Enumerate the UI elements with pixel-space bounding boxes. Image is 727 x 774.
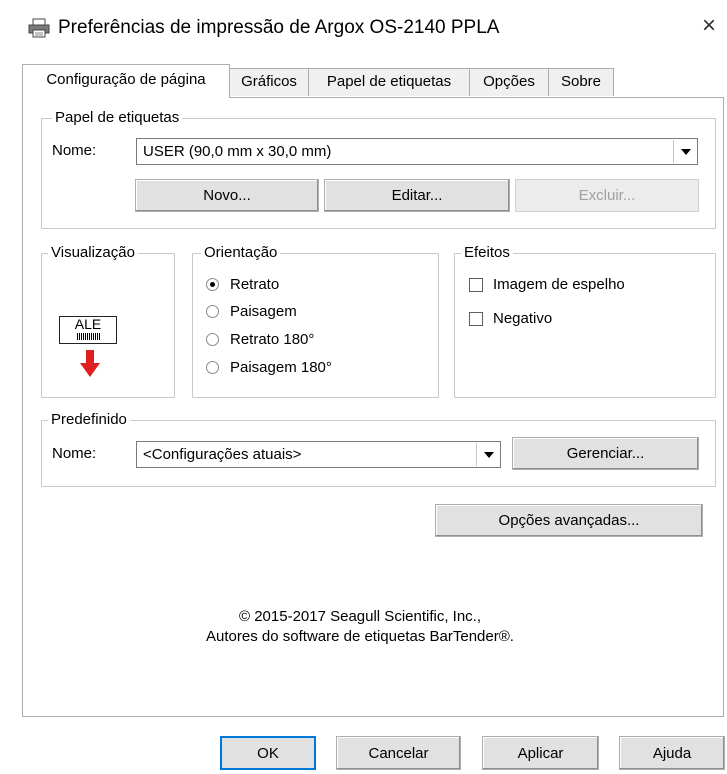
ok-button[interactable]: OK [220, 736, 316, 770]
preset-legend: Predefinido [48, 411, 130, 429]
orientation-group: Orientação Retrato Paisagem Retrato 180°… [192, 244, 439, 398]
copyright-line-1: © 2015-2017 Seagull Scientific, Inc., [238, 608, 482, 625]
chevron-down-icon[interactable] [673, 140, 696, 163]
close-button[interactable]: × [696, 14, 722, 40]
help-button[interactable]: Ajuda [619, 736, 725, 770]
apply-button[interactable]: Aplicar [482, 736, 599, 770]
preset-group: Predefinido Nome: <Configurações atuais>… [41, 411, 716, 487]
tab-page-panel: Papel de etiquetas Nome: USER (90,0 mm x… [22, 97, 724, 717]
chevron-down-icon[interactable] [476, 443, 499, 466]
orientation-landscape-180-label: Paisagem 180° [230, 359, 332, 376]
window-title: Preferências de impressão de Argox OS-21… [58, 17, 500, 38]
orientation-landscape-label: Paisagem [230, 303, 297, 320]
radio-icon [206, 333, 219, 346]
barcode-icon [77, 333, 101, 340]
tab-page-setup[interactable]: Configuração de página [22, 64, 230, 98]
radio-selected-icon [206, 278, 219, 291]
effects-group: Efeitos Imagem de espelho Negativo [454, 244, 716, 398]
radio-icon [206, 361, 219, 374]
radio-icon [206, 305, 219, 318]
label-paper-name-value: USER (90,0 mm x 30,0 mm) [143, 143, 332, 160]
effects-legend: Efeitos [461, 244, 513, 262]
tab-options[interactable]: Opções [469, 68, 549, 96]
tab-graphics[interactable]: Gráficos [229, 68, 309, 96]
label-paper-name-label: Nome: [52, 142, 97, 159]
preset-name-label: Nome: [52, 445, 97, 462]
label-paper-legend: Papel de etiquetas [52, 109, 183, 127]
preset-name-value: <Configurações atuais> [143, 446, 302, 463]
checkbox-icon [469, 278, 483, 292]
advanced-options-button[interactable]: Opções avançadas... [435, 504, 703, 537]
title-bar: Preferências de impressão de Argox OS-21… [0, 0, 727, 52]
label-paper-name-select[interactable]: USER (90,0 mm x 30,0 mm) [136, 138, 698, 165]
dialog-window: Preferências de impressão de Argox OS-21… [0, 0, 727, 774]
manage-button[interactable]: Gerenciar... [512, 437, 699, 470]
orientation-portrait-label: Retrato [230, 276, 280, 293]
preview-legend: Visualização [48, 244, 138, 262]
mirror-image-label: Imagem de espelho [493, 276, 625, 293]
printer-icon [28, 18, 50, 38]
checkbox-icon [469, 312, 483, 326]
preview-label-image: ALE [59, 316, 117, 344]
tab-about[interactable]: Sobre [548, 68, 614, 96]
tab-strip: Configuração de página Gráficos Papel de… [22, 64, 622, 98]
negative-label: Negativo [493, 310, 553, 327]
preview-label-text: ALE [74, 316, 102, 332]
cancel-button[interactable]: Cancelar [336, 736, 461, 770]
copyright-line-2: Autores do software de etiquetas BarTend… [206, 628, 514, 645]
tab-label-paper[interactable]: Papel de etiquetas [308, 68, 470, 96]
arrow-down-icon [80, 350, 100, 377]
edit-button[interactable]: Editar... [324, 179, 510, 212]
label-paper-group: Papel de etiquetas Nome: USER (90,0 mm x… [41, 109, 716, 229]
delete-button[interactable]: Excluir... [515, 179, 699, 212]
orientation-legend: Orientação [201, 244, 281, 262]
new-button[interactable]: Novo... [135, 179, 319, 212]
preset-name-select[interactable]: <Configurações atuais> [136, 441, 501, 468]
orientation-portrait-180-label: Retrato 180° [230, 331, 315, 348]
